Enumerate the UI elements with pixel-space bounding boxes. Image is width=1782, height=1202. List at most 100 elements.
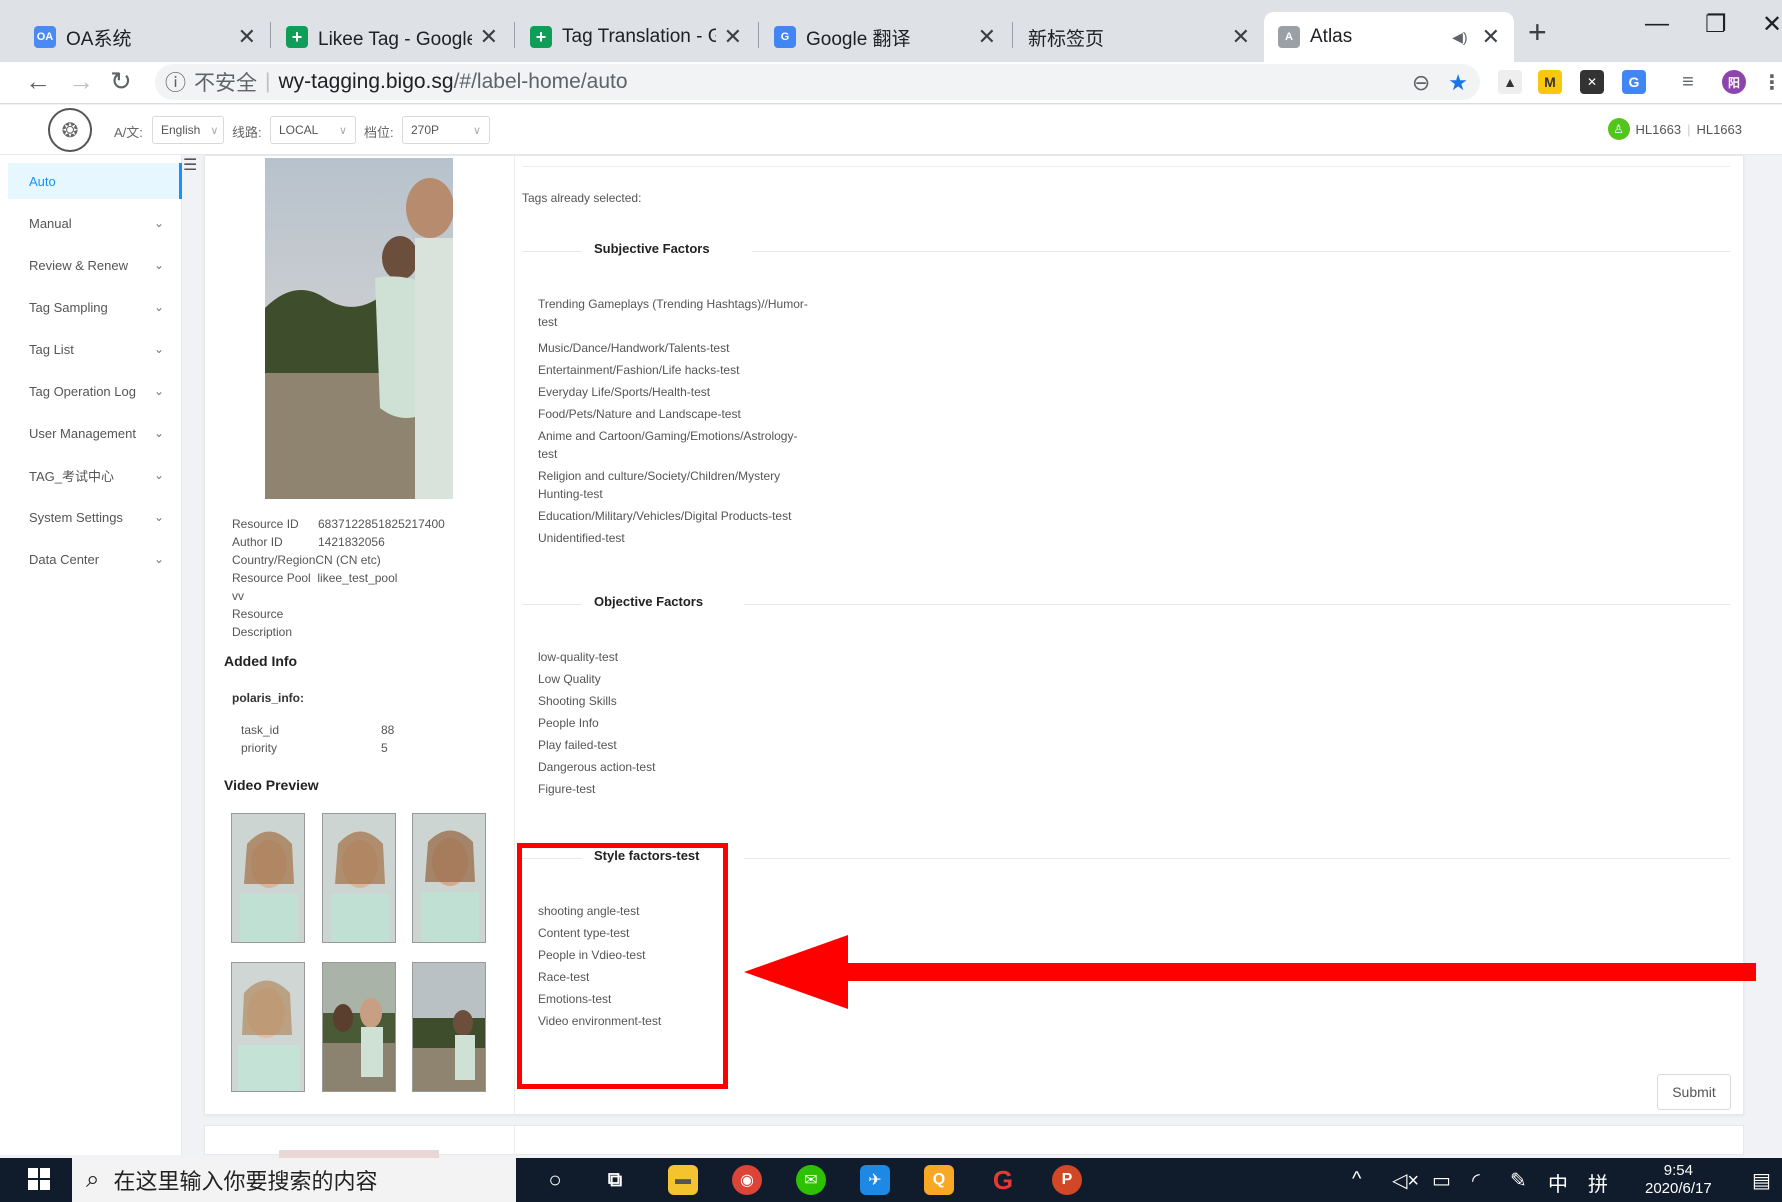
- menu-collapse-icon[interactable]: ☰: [183, 155, 197, 175]
- objective-tag[interactable]: Play failed-test: [538, 736, 818, 754]
- task-view-icon[interactable]: ⧉: [600, 1165, 630, 1195]
- subjective-tag[interactable]: Music/Dance/Handwork/Talents-test: [538, 339, 818, 357]
- tab-close-icon[interactable]: ✕: [238, 24, 256, 50]
- audio-playing-icon[interactable]: ◀): [1452, 29, 1467, 46]
- profile-avatar[interactable]: 阳: [1722, 70, 1746, 94]
- objective-tag[interactable]: People Info: [538, 714, 818, 732]
- sidebar-item-tag-sampling[interactable]: Tag Sampling ⌄: [8, 289, 182, 325]
- tab-close-icon[interactable]: ✕: [1232, 24, 1250, 50]
- sidebar-item-manual[interactable]: Manual ⌄: [8, 205, 182, 241]
- chevron-down-icon: ⌄: [153, 384, 164, 398]
- subjective-tag[interactable]: test: [538, 313, 818, 331]
- pen-icon[interactable]: ✎: [1510, 1168, 1527, 1193]
- chrome-icon[interactable]: ◉: [732, 1165, 762, 1195]
- language-select[interactable]: English ∨: [152, 116, 224, 144]
- subjective-tag[interactable]: Unidentified-test: [538, 529, 818, 547]
- tab-title: Tag Translation - Goo: [562, 26, 716, 47]
- tray-chevron-up-icon[interactable]: ^: [1352, 1168, 1361, 1191]
- app-g-icon[interactable]: G: [988, 1165, 1018, 1195]
- tab-close-icon[interactable]: ✕: [724, 24, 742, 50]
- user-menu[interactable]: ♙ HL1663 | HL1663: [1607, 118, 1742, 140]
- wechat-icon[interactable]: ✉: [796, 1165, 826, 1195]
- sidebar-item-tag-operation-log[interactable]: Tag Operation Log ⌄: [8, 373, 182, 409]
- ime-language-indicator[interactable]: 中: [1548, 1168, 1568, 1197]
- ime-mode-indicator[interactable]: 拼: [1588, 1168, 1608, 1197]
- browser-tab-new-tab[interactable]: 新标签页 ✕: [1014, 12, 1264, 62]
- subjective-tag[interactable]: Entertainment/Fashion/Life hacks-test: [538, 361, 818, 379]
- new-tab-button[interactable]: +: [1528, 14, 1547, 51]
- chevron-down-icon: ⌄: [153, 510, 164, 524]
- extension-x-icon[interactable]: ✕: [1580, 70, 1604, 94]
- windows-start-icon[interactable]: [28, 1168, 50, 1190]
- video-preview-thumbnail[interactable]: [412, 962, 486, 1092]
- wifi-icon[interactable]: ◜: [1472, 1168, 1480, 1193]
- bookmark-star-icon[interactable]: ★: [1448, 70, 1468, 96]
- submit-button[interactable]: Submit: [1657, 1074, 1731, 1110]
- subjective-tag[interactable]: Food/Pets/Nature and Landscape-test: [538, 405, 818, 423]
- objective-tag[interactable]: Figure-test: [538, 780, 818, 798]
- sidebar-item-tag-list[interactable]: Tag List ⌄: [8, 331, 182, 367]
- browser-tab-atlas[interactable]: A Atlas ◀) ✕: [1264, 12, 1514, 62]
- browser-tab-oa[interactable]: OA OA系统 ✕: [20, 12, 270, 62]
- taskbar-clock[interactable]: 9:54 2020/6/17: [1645, 1162, 1712, 1198]
- subjective-tag[interactable]: Hunting-test: [538, 485, 818, 503]
- video-preview-thumbnail[interactable]: [322, 962, 396, 1092]
- sidebar-item-auto[interactable]: Auto: [8, 163, 182, 199]
- resource-pool-row: Resource Pool likee_test_pool: [232, 571, 397, 585]
- extension-m-icon[interactable]: M: [1538, 70, 1562, 94]
- video-player[interactable]: [265, 158, 453, 499]
- volume-muted-icon[interactable]: ◁×: [1392, 1168, 1419, 1193]
- media-control-icon[interactable]: ≡: [1676, 70, 1700, 94]
- subjective-tag[interactable]: Education/Military/Vehicles/Digital Prod…: [538, 507, 818, 525]
- video-preview-thumbnail[interactable]: [322, 813, 396, 943]
- browser-tab-tag-translation[interactable]: + Tag Translation - Goo ✕: [516, 12, 756, 62]
- tab-close-icon[interactable]: ✕: [978, 24, 996, 50]
- subjective-tag[interactable]: Religion and culture/Society/Children/My…: [538, 467, 818, 485]
- subjective-tag[interactable]: test: [538, 445, 818, 463]
- browser-menu-icon[interactable]: ⋮: [1760, 70, 1782, 94]
- objective-tag[interactable]: Shooting Skills: [538, 692, 818, 710]
- subjective-tag[interactable]: Anime and Cartoon/Gaming/Emotions/Astrol…: [538, 427, 818, 445]
- extension-icon[interactable]: ▲: [1498, 70, 1522, 94]
- address-bar[interactable]: ⓘ 不安全 | wy-tagging.bigo.sg /#/label-home…: [155, 64, 1480, 100]
- sidebar-item-user-management[interactable]: User Management ⌄: [8, 415, 182, 451]
- cortana-icon[interactable]: ○: [540, 1165, 570, 1195]
- browser-tab-likee-tag[interactable]: + Likee Tag - Google 表 ✕: [272, 12, 512, 62]
- added-info-title: Added Info: [224, 653, 298, 669]
- quality-select[interactable]: 270P ∨: [402, 116, 490, 144]
- video-preview-thumbnail[interactable]: [412, 813, 486, 943]
- sidebar-item-system-settings[interactable]: System Settings ⌄: [8, 499, 182, 535]
- objective-tag[interactable]: Dangerous action-test: [538, 758, 818, 776]
- subjective-tag[interactable]: Everyday Life/Sports/Health-test: [538, 383, 818, 401]
- subjective-tag[interactable]: Trending Gameplays (Trending Hashtags)//…: [538, 295, 818, 313]
- sidebar-item-data-center[interactable]: Data Center ⌄: [8, 541, 182, 577]
- powerpoint-icon[interactable]: P: [1052, 1165, 1082, 1195]
- minimize-window-icon[interactable]: —: [1645, 10, 1669, 38]
- notification-icon[interactable]: ▤: [1752, 1168, 1771, 1193]
- forward-arrow-icon[interactable]: →: [68, 66, 94, 97]
- video-preview-thumbnail[interactable]: [231, 813, 305, 943]
- sidebar-item-exam-center[interactable]: TAG_考试中心 ⌄: [8, 457, 182, 493]
- objective-tag[interactable]: low-quality-test: [538, 648, 818, 666]
- close-window-icon[interactable]: ✕: [1762, 10, 1782, 39]
- zoom-out-icon[interactable]: ⊖: [1412, 70, 1430, 96]
- chat-app-icon[interactable]: ✈: [860, 1165, 890, 1195]
- info-icon[interactable]: ⓘ: [165, 67, 186, 97]
- resource-pool-value: likee_test_pool: [317, 571, 398, 585]
- search-app-icon[interactable]: Q: [924, 1165, 954, 1195]
- browser-tab-google-translate[interactable]: G Google 翻译 ✕: [760, 12, 1010, 62]
- file-explorer-icon[interactable]: ▬: [668, 1165, 698, 1195]
- battery-icon[interactable]: ▭: [1432, 1168, 1451, 1193]
- reload-icon[interactable]: ↻: [110, 66, 132, 97]
- restore-window-icon[interactable]: ❐: [1705, 10, 1727, 39]
- back-arrow-icon[interactable]: ←: [25, 66, 51, 97]
- taskbar-search-input[interactable]: ⌕ 在这里输入你要搜索的内容: [72, 1158, 516, 1202]
- video-preview-thumbnail[interactable]: [231, 962, 305, 1092]
- tab-close-icon[interactable]: ✕: [1482, 24, 1500, 50]
- sidebar-item-review-renew[interactable]: Review & Renew ⌄: [8, 247, 182, 283]
- route-select[interactable]: LOCAL ∨: [270, 116, 356, 144]
- objective-tag[interactable]: Low Quality: [538, 670, 818, 688]
- tab-close-icon[interactable]: ✕: [480, 24, 498, 50]
- app-header: ❂ A/文: English ∨ 线路: LOCAL ∨ 档位: 270P ∨ ♙ H…: [0, 105, 1782, 155]
- translate-extension-icon[interactable]: G: [1622, 70, 1646, 94]
